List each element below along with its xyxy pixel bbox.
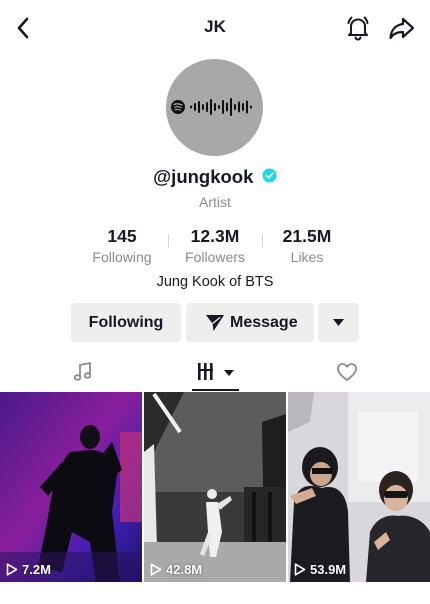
play-icon — [150, 563, 162, 576]
stat-divider — [262, 234, 263, 248]
stat-likes[interactable]: 21.5M Likes — [267, 226, 347, 265]
video-tile[interactable]: 53.9M — [288, 392, 430, 582]
share-icon[interactable] — [387, 14, 417, 42]
stat-value: 145 — [107, 226, 137, 246]
video-thumbnail — [288, 392, 430, 582]
view-count: 53.9M — [294, 562, 346, 577]
verified-badge-icon — [262, 168, 277, 183]
video-thumbnail — [144, 392, 286, 582]
send-icon — [206, 315, 224, 331]
view-count-text: 53.9M — [310, 562, 347, 577]
avatar[interactable] — [166, 59, 263, 156]
stat-value: 21.5M — [282, 226, 332, 246]
play-icon — [6, 563, 18, 576]
stat-label: Followers — [185, 249, 245, 265]
video-grid: 7.2M 42.8M 53.9M — [0, 392, 430, 604]
tab-videos-grid-icon[interactable] — [197, 361, 241, 383]
video-thumbnail — [0, 392, 142, 582]
view-count: 7.2M — [6, 562, 51, 577]
video-tile[interactable]: 42.8M — [144, 392, 286, 582]
message-button[interactable]: Message — [186, 303, 314, 342]
tab-music-icon[interactable] — [72, 361, 94, 383]
stat-followers[interactable]: 12.3M Followers — [175, 226, 255, 265]
bio: Jung Kook of BTS — [156, 274, 274, 290]
username: @jungkook — [153, 166, 254, 187]
more-options-button[interactable] — [318, 303, 359, 342]
tab-liked-heart-icon[interactable] — [336, 361, 358, 383]
stat-following[interactable]: 145 Following — [82, 226, 162, 265]
view-count-text: 42.8M — [166, 562, 203, 577]
handle-row: @jungkook — [0, 166, 430, 188]
message-label: Message — [230, 314, 298, 331]
view-count: 42.8M — [150, 562, 202, 577]
account-category: Artist — [199, 194, 231, 210]
play-icon — [294, 563, 306, 576]
notification-bell-icon[interactable] — [344, 14, 372, 42]
stat-label: Likes — [290, 249, 324, 265]
active-tab-indicator — [192, 389, 239, 391]
profile-stats: 145 Following 12.3M Followers 21.5M Like… — [0, 226, 430, 266]
stat-label: Following — [92, 249, 152, 265]
view-count-text: 7.2M — [22, 562, 51, 577]
spotify-code-image — [171, 98, 252, 116]
caret-down-icon — [333, 319, 344, 326]
following-button[interactable]: Following — [71, 303, 181, 342]
top-bar: JK — [0, 0, 430, 56]
stat-divider — [168, 234, 169, 248]
video-tile[interactable]: 7.2M — [0, 392, 142, 582]
profile-tabs — [0, 352, 430, 392]
stat-value: 12.3M — [190, 226, 240, 246]
